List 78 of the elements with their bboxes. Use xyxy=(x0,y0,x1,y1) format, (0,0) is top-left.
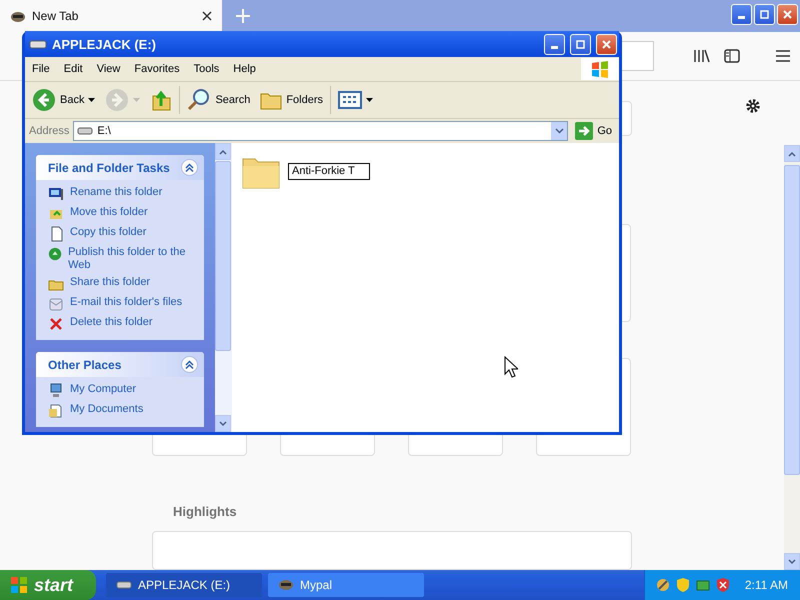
dropdown-button[interactable] xyxy=(551,122,568,140)
menu-item[interactable]: Edit xyxy=(56,63,90,75)
close-icon xyxy=(602,40,611,48)
task-link[interactable]: Copy this folder xyxy=(70,226,146,239)
maximize-button[interactable] xyxy=(754,4,775,25)
drive-icon xyxy=(77,126,94,136)
minimize-icon xyxy=(551,46,558,48)
window-title: APPLEJACK (E:) xyxy=(52,36,158,52)
scrollbar[interactable] xyxy=(215,143,232,432)
panel-title: File and Folder Tasks xyxy=(48,160,170,174)
browser-tab[interactable]: New Tab xyxy=(0,0,222,32)
back-button[interactable]: Back xyxy=(29,86,98,114)
clock: 2:11 AM xyxy=(744,578,788,592)
rename-icon xyxy=(48,186,64,202)
menu-item[interactable]: View xyxy=(90,63,128,75)
minimize-icon xyxy=(738,16,745,19)
mouse-pointer-icon xyxy=(504,356,518,378)
task-link[interactable]: Rename this folder xyxy=(70,186,162,199)
folder-up-icon xyxy=(150,88,172,112)
section-title: Highlights xyxy=(173,504,238,518)
chevron-down-icon xyxy=(554,128,564,134)
menu-icon xyxy=(776,50,790,62)
go-button[interactable]: Go xyxy=(572,120,615,142)
task-link[interactable]: My Documents xyxy=(70,403,144,416)
scrollbar[interactable] xyxy=(784,145,800,570)
address-label: Address xyxy=(29,125,70,137)
task-link[interactable]: Share this folder xyxy=(70,276,150,289)
panel-title: Other Places xyxy=(48,358,122,372)
computer-icon xyxy=(48,383,64,399)
task-link[interactable]: Delete this folder xyxy=(70,316,153,329)
rename-field[interactable]: Anti-Forkie T xyxy=(288,162,370,180)
task-link[interactable]: E-mail this folder's files xyxy=(70,296,182,309)
views-icon xyxy=(338,90,362,110)
caret-icon xyxy=(88,98,96,102)
start-button[interactable]: start xyxy=(0,570,96,600)
maximize-button[interactable] xyxy=(570,34,591,54)
globe-icon xyxy=(48,246,62,262)
maximize-icon xyxy=(760,10,769,19)
address-field[interactable]: E:\ xyxy=(73,121,568,141)
close-icon xyxy=(783,10,792,19)
close-button[interactable] xyxy=(777,4,798,25)
caret-icon xyxy=(133,98,140,102)
taskbar-button[interactable]: APPLEJACK (E:) xyxy=(106,573,262,597)
minimize-button[interactable] xyxy=(731,4,752,25)
settings-icon xyxy=(744,97,762,115)
plus-icon xyxy=(236,9,250,23)
menu-item[interactable]: Help xyxy=(226,63,263,75)
double-chevron-icon xyxy=(185,360,194,369)
task-link[interactable]: Publish this folder to the Web xyxy=(68,246,194,272)
search-button[interactable]: Search xyxy=(184,86,254,114)
close-icon xyxy=(202,11,212,21)
close-button[interactable] xyxy=(596,34,617,54)
windows-logo-icon xyxy=(590,60,610,78)
menu-item[interactable]: Tools xyxy=(186,63,226,75)
maximize-icon xyxy=(576,40,585,48)
mail-icon xyxy=(48,296,64,312)
task-link[interactable]: My Computer xyxy=(70,383,136,396)
arrow-right-icon xyxy=(575,122,594,140)
minimize-button[interactable] xyxy=(544,34,565,54)
collapse-button[interactable] xyxy=(181,356,198,373)
search-icon xyxy=(187,88,212,112)
shield-icon xyxy=(716,577,730,593)
delete-icon xyxy=(48,316,64,332)
menu-item[interactable]: File xyxy=(25,63,57,75)
tray-icon xyxy=(654,577,671,593)
drive-icon xyxy=(116,579,132,591)
taskbar-button[interactable]: Mypal xyxy=(268,573,424,597)
library-icon xyxy=(694,49,710,63)
double-chevron-icon xyxy=(185,163,194,172)
document-icon xyxy=(48,403,64,419)
drive-icon xyxy=(29,38,47,50)
windows-logo-icon xyxy=(10,576,28,594)
collapse-button[interactable] xyxy=(181,159,198,176)
folders-button[interactable]: Folders xyxy=(257,87,326,113)
task-link[interactable]: Move this folder xyxy=(70,206,148,219)
menu-item[interactable]: Favorites xyxy=(127,63,187,75)
sidebar-icon xyxy=(724,49,740,63)
shield-icon xyxy=(676,577,690,593)
